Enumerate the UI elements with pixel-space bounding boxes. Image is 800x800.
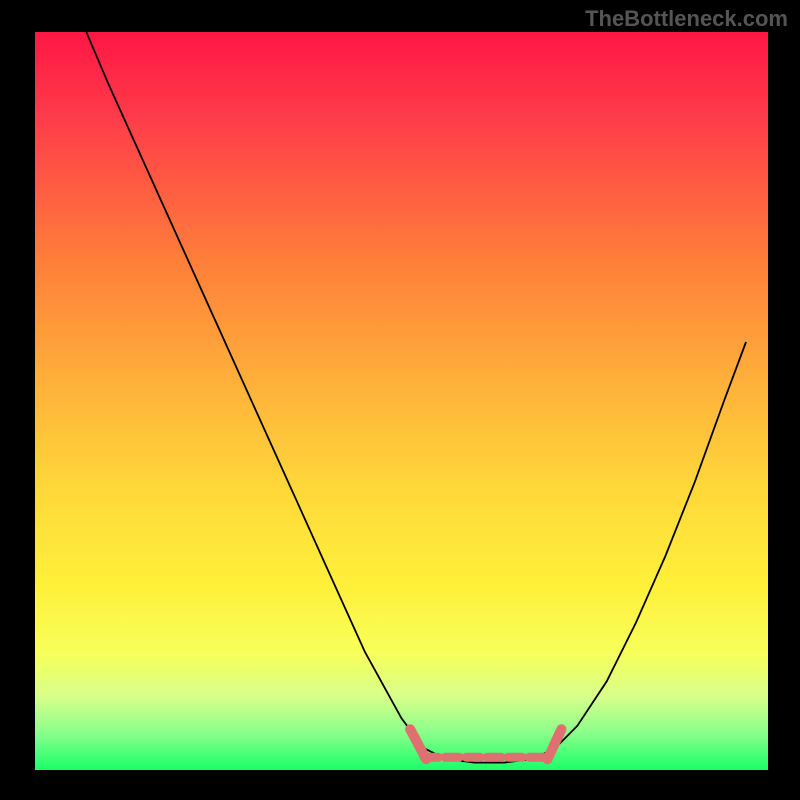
watermark-text: TheBottleneck.com (585, 6, 788, 32)
chart-background-gradient (35, 32, 768, 770)
bottleneck-chart (0, 0, 800, 800)
chart-container: TheBottleneck.com (0, 0, 800, 800)
